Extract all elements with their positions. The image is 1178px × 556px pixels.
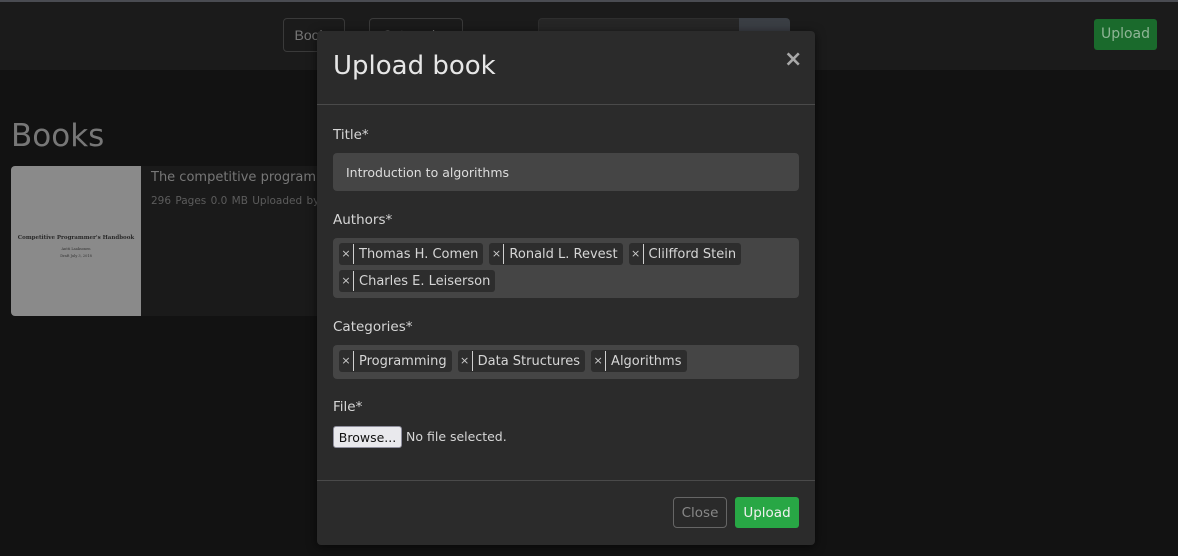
author-tag-label: Charles E. Leiserson: [359, 273, 491, 289]
close-icon[interactable]: ×: [784, 48, 802, 72]
upload-button[interactable]: Upload: [735, 497, 799, 528]
remove-tag-icon[interactable]: ×: [458, 351, 473, 371]
category-tag: × Programming: [339, 350, 452, 372]
file-status: No file selected.: [406, 429, 507, 444]
modal-header: Upload book ×: [317, 31, 815, 105]
author-tag-label: Clilfford Stein: [648, 246, 737, 262]
title-input[interactable]: [333, 153, 799, 191]
title-label: Title*: [333, 127, 369, 143]
browse-button[interactable]: Browse...: [333, 426, 402, 448]
categories-label: Categories*: [333, 319, 413, 335]
category-tag-label: Programming: [359, 353, 447, 369]
categories-tag-input[interactable]: × Programming × Data Structures × Algorithms: [333, 345, 799, 379]
remove-tag-icon[interactable]: ×: [489, 244, 505, 264]
upload-modal: Upload book × Title* Authors* × Thomas H.…: [317, 31, 815, 545]
remove-tag-icon[interactable]: ×: [339, 351, 354, 371]
authors-label: Authors*: [333, 212, 393, 228]
modal-title: Upload book: [333, 51, 496, 81]
close-button[interactable]: Close: [673, 497, 727, 528]
category-tag: × Data Structures: [457, 350, 586, 372]
author-tag: × Clilfford Stein: [628, 243, 742, 265]
remove-tag-icon[interactable]: ×: [591, 351, 607, 371]
modal-footer: Close Upload: [317, 480, 815, 545]
remove-tag-icon[interactable]: ×: [339, 244, 354, 264]
authors-tag-input[interactable]: × Thomas H. Comen × Ronald L. Revest × Clilff…: [333, 238, 799, 298]
category-tag: × Algorithms: [591, 350, 687, 372]
remove-tag-icon[interactable]: ×: [629, 244, 644, 264]
file-label: File*: [333, 399, 363, 415]
remove-tag-icon[interactable]: ×: [339, 271, 354, 291]
author-tag-label: Ronald L. Revest: [509, 246, 618, 262]
category-tag-label: Algorithms: [611, 353, 682, 369]
author-tag: × Charles E. Leiserson: [339, 270, 496, 292]
category-tag-label: Data Structures: [477, 353, 581, 369]
author-tag: × Ronald L. Revest: [489, 243, 623, 265]
author-tag-label: Thomas H. Comen: [359, 246, 479, 262]
author-tag: × Thomas H. Comen: [339, 243, 484, 265]
